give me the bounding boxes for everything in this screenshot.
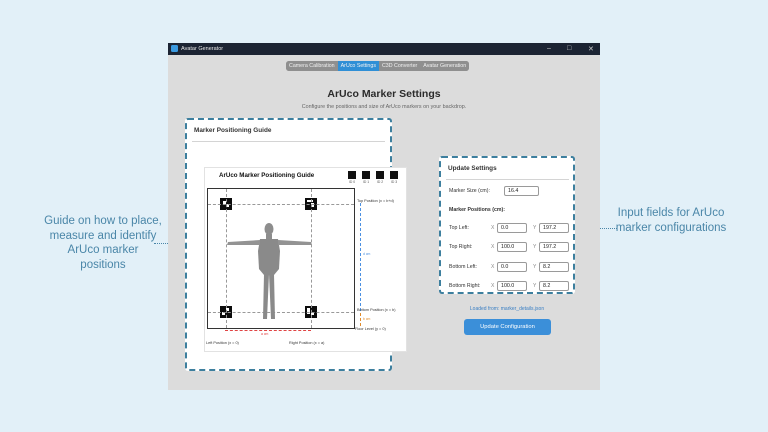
positioning-guide-panel: Marker Positioning Guide ArUco Marker Po…	[185, 118, 407, 371]
top-left-x-input[interactable]: 0.0	[497, 223, 527, 233]
legend-label: ID 2	[376, 180, 384, 184]
page-subtitle: Configure the positions and size of ArUc…	[301, 104, 467, 110]
bottom-position-label: Bottom Position (x = b)	[357, 308, 396, 312]
left-callout-text: Guide on how to place, measure and ident…	[44, 215, 162, 271]
guide-panel-heading: Marker Positioning Guide	[194, 127, 272, 134]
positioning-guide-diagram: ArUco Marker Positioning Guide ID 0 ID 1…	[204, 167, 407, 352]
floor-level-label: Floor Level (y = 0)	[355, 327, 386, 331]
x-axis-label: X	[491, 264, 495, 270]
divider	[446, 179, 569, 180]
legend-label: ID 3	[390, 180, 398, 184]
x-axis-label: X	[491, 244, 495, 250]
maximize-button[interactable]: □	[567, 45, 571, 52]
legend-label: ID 0	[348, 180, 356, 184]
top-left-y-input[interactable]: 197.2	[539, 223, 569, 233]
page-title: ArUco Marker Settings	[327, 88, 441, 100]
dim-b-label: b cm	[363, 317, 371, 321]
y-axis-label: Y	[533, 244, 537, 250]
bottom-left-label: Bottom Left:	[449, 264, 477, 270]
y-axis-label: Y	[533, 283, 537, 289]
y-axis-label: Y	[533, 264, 537, 270]
legend-marker-id3: ID 3	[389, 171, 399, 184]
top-right-y-input[interactable]: 197.2	[539, 242, 569, 252]
legend-marker-id1: ID 1	[361, 171, 371, 184]
top-position-label: Top Position (x = b+d)	[357, 199, 394, 203]
top-right-label: Top Right:	[449, 244, 473, 250]
marker-positions-label: Marker Positions (cm):	[449, 207, 505, 213]
bottom-right-label: Bottom Right:	[449, 283, 481, 289]
human-figure	[227, 223, 312, 319]
tab-camera-calibration[interactable]: Camera Calibration	[286, 61, 338, 71]
marker-size-input[interactable]: 16.4	[504, 186, 539, 196]
divider	[192, 141, 385, 142]
bottom-right-y-input[interactable]: 8.2	[539, 281, 569, 291]
backdrop-frame	[207, 188, 355, 329]
minimize-button[interactable]: –	[547, 45, 551, 52]
y-axis-label: Y	[533, 225, 537, 231]
update-configuration-button[interactable]: Update Configuration	[464, 319, 551, 335]
top-right-x-input[interactable]: 100.0	[497, 242, 527, 252]
x-axis-label: X	[491, 283, 495, 289]
width-dimension-line	[225, 330, 311, 331]
bottom-left-y-input[interactable]: 8.2	[539, 262, 569, 272]
close-button[interactable]: ✕	[588, 45, 594, 53]
legend-label: ID 1	[362, 180, 370, 184]
dim-a-label: a cm	[261, 332, 269, 336]
dim-d-label: d cm	[363, 252, 371, 256]
tab-bar: Camera Calibration ArUco Settings C3D Co…	[286, 61, 470, 71]
update-settings-panel: Update Settings Marker Size (cm): 16.4 M…	[439, 156, 575, 294]
legend-marker-id0: ID 0	[347, 171, 357, 184]
legend-marker-id2: ID 2	[375, 171, 385, 184]
settings-panel-heading: Update Settings	[448, 165, 497, 172]
bottom-left-x-input[interactable]: 0.0	[497, 262, 527, 272]
marker-size-label: Marker Size (cm):	[449, 188, 490, 194]
tab-c3d-converter[interactable]: C3D Converter	[378, 61, 421, 71]
tab-aruco-settings[interactable]: ArUco Settings	[337, 61, 379, 71]
title-bar: Avatar Generator – □ ✕	[168, 43, 600, 55]
right-callout-text: Input fields for ArUco marker configurat…	[615, 207, 727, 234]
app-window: Avatar Generator – □ ✕ Camera Calibratio…	[168, 43, 600, 390]
guide-diagram-title: ArUco Marker Positioning Guide	[219, 172, 315, 179]
right-position-label: Right Position (x = a)	[289, 341, 325, 345]
bottom-right-x-input[interactable]: 100.0	[497, 281, 527, 291]
app-icon	[171, 45, 178, 52]
left-position-label: Left Position (x = 0)	[206, 341, 239, 345]
bottom-offset-dimension-line	[360, 313, 361, 326]
loaded-from-status: Loaded from: marker_details.json	[469, 306, 545, 312]
window-title: Avatar Generator	[181, 45, 224, 52]
x-axis-label: X	[491, 225, 495, 231]
height-dimension-line	[360, 203, 361, 311]
top-left-label: Top Left:	[449, 225, 469, 231]
tab-avatar-generation[interactable]: Avatar Generation	[420, 61, 470, 71]
